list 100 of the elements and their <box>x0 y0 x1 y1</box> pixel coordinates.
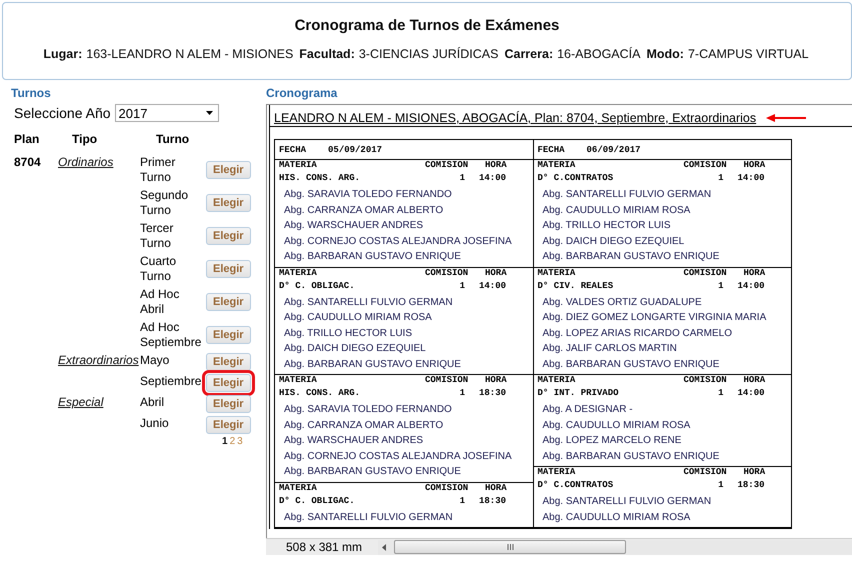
turno-label: Segundo Turno <box>140 188 188 217</box>
exam-time: 18:30 <box>479 387 506 400</box>
commission-number: 1 <box>458 387 465 400</box>
field-value: 16-ABOGACÍA <box>557 47 640 61</box>
exam-time: 18:30 <box>479 494 506 508</box>
column-label: HORA <box>744 375 766 386</box>
examiner-name: Abg. CAUDULLO MIRIAM ROSA <box>542 418 692 432</box>
turno-label: Abril <box>140 395 164 409</box>
column-label: COMISION <box>684 467 728 478</box>
column-label: HORA <box>485 482 507 494</box>
tipo-link[interactable]: Extraordinarios <box>58 353 139 367</box>
turno-label: Junio <box>140 416 169 430</box>
exam-time: 14:00 <box>738 172 765 185</box>
subject-name: D° CIV. REALES <box>538 280 614 292</box>
exam-time: 14:00 <box>738 280 765 292</box>
subject-name: D° INT. PRIVADO <box>538 387 620 400</box>
commission-number: 1 <box>458 280 465 292</box>
horizontal-scrollbar[interactable] <box>378 540 852 554</box>
examiner-name: Abg. CAUDULLO MIRIAM ROSA <box>542 204 692 218</box>
elegir-button[interactable]: Elegir <box>206 260 251 278</box>
examiner-name: Abg. BARBARAN GUSTAVO ENRIQUE <box>542 250 720 264</box>
elegir-button[interactable]: Elegir <box>206 395 251 413</box>
subject-name: HIS. CONS. ARG. <box>279 172 362 185</box>
turno-label: Tercer Turno <box>140 221 174 250</box>
turno-label: Cuarto Turno <box>140 254 176 283</box>
column-label: MATERIA <box>538 268 576 278</box>
commission-number: 1 <box>717 479 724 492</box>
fecha-value: 06/09/2017 <box>586 144 641 154</box>
examiner-name: Abg. SANTARELLI FULVIO GERMAN <box>283 510 454 524</box>
examiner-name: Abg. LOPEZ ARIAS RICARDO CARMELO <box>542 326 733 340</box>
grip-icon <box>506 544 514 550</box>
examiner-name: Abg. BARBARAN GUSTAVO ENRIQUE <box>542 450 720 464</box>
column-label: COMISION <box>684 268 728 278</box>
column-label: COMISION <box>425 375 470 386</box>
document-title: LEANDRO N ALEM - MISIONES, ABOGACÍA, Plan: 8704, Septiembre, Extraordinarios <box>274 111 756 125</box>
examiner-name: Abg. LOPEZ MARCELO RENE <box>542 434 682 448</box>
tipo-link[interactable]: Especial <box>58 395 104 409</box>
section-title: Cronograma <box>266 86 338 100</box>
page-link[interactable]: 3 <box>237 436 243 447</box>
examiner-name: Abg. CARRANZA OMAR ALBERTO <box>283 418 444 432</box>
field-label: Facultad: <box>299 47 355 61</box>
examiner-name: Abg. SANTARELLI FULVIO GERMAN <box>542 495 712 509</box>
examiner-name: Abg. TRILLO HECTOR LUIS <box>283 326 414 340</box>
page-title: Cronograma de Turnos de Exámenes <box>294 17 560 34</box>
column-label: MATERIA <box>279 268 318 278</box>
elegir-button[interactable]: Elegir <box>206 227 251 245</box>
arrow-icon <box>766 114 806 122</box>
turno-label: Ad Hoc Abril <box>140 287 180 316</box>
examiner-name: Abg. BARBARAN GUSTAVO ENRIQUE <box>283 250 462 264</box>
elegir-button[interactable]: Elegir <box>206 194 251 212</box>
scroll-thumb[interactable] <box>394 540 626 554</box>
examiner-name: Abg. DAICH DIEGO EZEQUIEL <box>283 342 427 356</box>
examiner-name: Abg. BARBARAN GUSTAVO ENRIQUE <box>283 465 462 479</box>
column-label: MATERIA <box>538 160 576 171</box>
column-label: MATERIA <box>538 467 576 478</box>
tipo-link[interactable]: Ordinarios <box>58 155 114 169</box>
exam-time: 14:00 <box>479 172 506 185</box>
column-label: MATERIA <box>538 375 576 386</box>
column-label: MATERIA <box>279 482 318 494</box>
elegir-button[interactable]: Elegir <box>206 326 251 344</box>
field-label: Modo: <box>646 47 684 61</box>
elegir-button[interactable]: Elegir <box>206 416 251 434</box>
field-value: 3-CIENCIAS JURÍDICAS <box>358 47 498 61</box>
column-header: Plan <box>14 132 40 146</box>
turno-label: Mayo <box>140 353 170 367</box>
page-link[interactable]: 1 <box>222 436 228 447</box>
column-label: COMISION <box>425 268 470 278</box>
column-label: COMISION <box>425 482 470 494</box>
commission-number: 1 <box>717 280 724 292</box>
column-label: MATERIA <box>279 160 318 171</box>
elegir-button[interactable]: Elegir <box>206 293 251 311</box>
page-size-label: 508 x 381 mm <box>285 540 364 554</box>
elegir-button[interactable]: Elegir <box>206 161 251 179</box>
year-dropdown[interactable]: 2017 <box>114 104 219 122</box>
subject-name: D° C.CONTRATOS <box>538 479 614 492</box>
field-value: 163-LEANDRO N ALEM - MISIONES <box>86 47 294 61</box>
examiner-name: Abg. SANTARELLI FULVIO GERMAN <box>283 296 454 310</box>
scroll-left-icon <box>382 544 386 550</box>
examiner-name: Abg. CORNEJO COSTAS ALEJANDRA JOSEFINA <box>283 234 513 248</box>
commission-number: 1 <box>717 172 724 185</box>
dropdown-arrow-icon <box>206 111 213 115</box>
field-label: Carrera: <box>504 47 554 61</box>
commission-number: 1 <box>458 494 465 508</box>
column-label: HORA <box>744 467 766 478</box>
fecha-label: FECHA <box>538 144 565 154</box>
examiner-name: Abg. WARSCHAUER ANDRES <box>283 434 424 448</box>
turno-label: Ad Hoc Septiembre <box>140 320 202 349</box>
examiner-name: Abg. SANTARELLI FULVIO GERMAN <box>542 188 712 202</box>
examiner-name: Abg. WARSCHAUER ANDRES <box>283 219 424 233</box>
elegir-button[interactable]: Elegir <box>206 353 251 371</box>
column-header: Tipo <box>71 132 98 146</box>
section-title: Turnos <box>11 86 52 100</box>
page-link[interactable]: 2 <box>230 436 236 447</box>
column-label: HORA <box>485 268 507 278</box>
column-label: MATERIA <box>279 375 318 386</box>
commission-number: 1 <box>458 172 465 185</box>
fecha-value: 05/09/2017 <box>328 144 382 154</box>
column-label: HORA <box>744 268 766 278</box>
column-label: HORA <box>485 160 507 171</box>
examiner-name: Abg. VALDES ORTIZ GUADALUPE <box>542 296 703 310</box>
